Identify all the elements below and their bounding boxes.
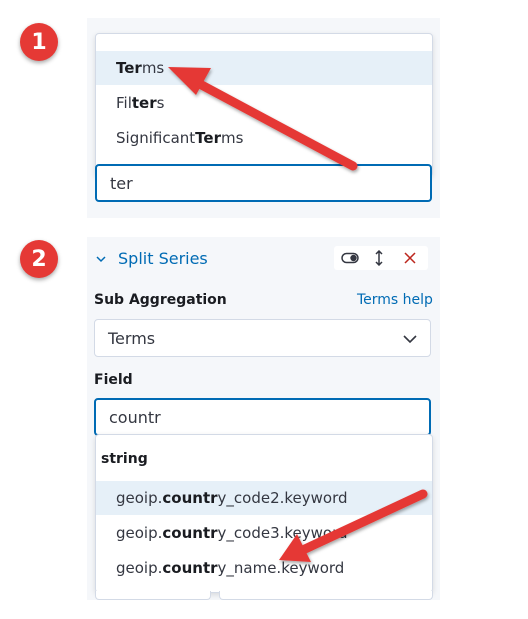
option-pre: geoip. xyxy=(116,489,163,507)
step-1-panel: Ter ms Fil ter s Significant Ter ms ter xyxy=(87,18,440,218)
option-match: Ter xyxy=(116,59,142,77)
option-pre: geoip. xyxy=(116,524,163,542)
option-rest: y_name.keyword xyxy=(217,559,345,577)
field-label: Field xyxy=(94,372,133,388)
option-pre: Significant xyxy=(116,129,196,147)
hidden-field-left xyxy=(95,591,211,600)
step-2-panel: Split Series Sub Aggregation Terms help … xyxy=(87,237,440,600)
terms-dropdown: Ter ms Fil ter s Significant Ter ms xyxy=(95,33,433,177)
option-rest: y_code3.keyword xyxy=(217,524,348,542)
terms-help-link[interactable]: Terms help xyxy=(357,292,433,308)
group-label-string: string xyxy=(101,451,148,467)
field-dropdown: string geoip. countr y_code2.keyword geoip… xyxy=(95,434,433,593)
step-1-badge: 1 xyxy=(20,23,58,61)
option-significant-terms[interactable]: Significant Ter ms xyxy=(96,121,432,155)
option-match: countr xyxy=(162,559,218,577)
option-rest: ms xyxy=(220,129,244,147)
option-pre: Fil xyxy=(116,94,132,112)
option-country-name[interactable]: geoip. countr y_name.keyword xyxy=(96,551,432,585)
aggregation-search-input[interactable]: ter xyxy=(95,164,432,202)
option-terms[interactable]: Ter ms xyxy=(96,51,432,85)
sort-icon[interactable] xyxy=(371,248,387,268)
option-rest: y_code2.keyword xyxy=(217,489,348,507)
sub-aggregation-label: Sub Aggregation xyxy=(94,292,227,308)
chevron-down-icon xyxy=(402,331,418,347)
option-country-code3[interactable]: geoip. countr y_code3.keyword xyxy=(96,516,432,550)
select-value: Terms xyxy=(108,328,156,348)
hidden-field-right xyxy=(219,591,433,600)
option-match: countr xyxy=(162,524,218,542)
close-icon[interactable] xyxy=(402,250,418,266)
split-series-title[interactable]: Split Series xyxy=(118,249,208,268)
option-country-code2[interactable]: geoip. countr y_code2.keyword xyxy=(96,481,432,515)
step-2-badge: 2 xyxy=(20,240,58,278)
option-filters[interactable]: Fil ter s xyxy=(96,86,432,120)
option-match: ter xyxy=(131,94,157,112)
option-rest: ms xyxy=(141,59,165,77)
sub-aggregation-select[interactable]: Terms xyxy=(94,319,431,357)
option-match: Ter xyxy=(195,129,221,147)
option-pre: geoip. xyxy=(116,559,163,577)
field-search-input[interactable]: countr xyxy=(94,398,431,436)
toggle-icon[interactable] xyxy=(340,249,360,267)
option-match: countr xyxy=(162,489,218,507)
option-rest: s xyxy=(156,94,165,112)
chevron-down-icon[interactable] xyxy=(93,251,109,267)
